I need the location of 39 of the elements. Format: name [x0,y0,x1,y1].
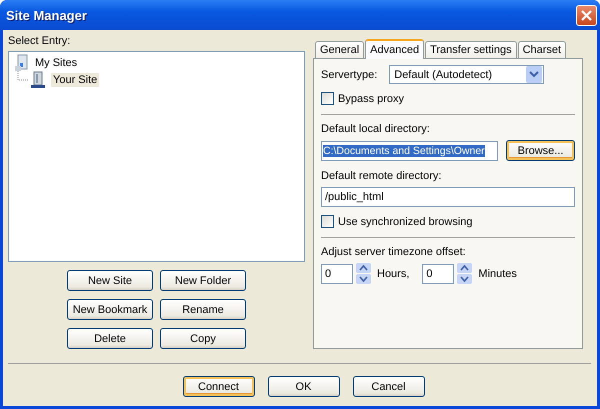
remote-directory-label: Default remote directory: [321,170,442,182]
hours-field[interactable]: 0 [321,264,353,284]
close-icon [580,8,593,22]
tree-action-button[interactable]: New Bookmark [67,299,153,320]
server-icon [16,70,48,88]
browse-button[interactable]: Browse... [506,140,575,161]
close-button[interactable] [576,4,597,26]
tree-action-button[interactable]: Delete [67,328,153,349]
servertype-dropdown[interactable]: Default (Autodetect) [389,65,544,84]
tree-item[interactable]: My Sites [33,56,80,70]
minutes-field[interactable]: 0 [422,264,454,284]
tab[interactable]: Advanced [365,39,424,59]
bypass-proxy-label: Bypass proxy [338,92,404,104]
dialog-button[interactable]: OK [268,376,340,397]
checkbox[interactable] [321,92,334,105]
tab[interactable]: Transfer settings [425,41,517,58]
tree-action-button[interactable]: Copy [160,328,246,349]
minutes-label: Minutes [478,268,517,280]
spinner-arrows-icon[interactable] [356,263,371,284]
timezone-offset-label: Adjust server timezone offset: [321,246,467,258]
dialog-button[interactable]: Cancel [352,376,424,397]
tab[interactable]: Charset [518,41,566,58]
tree-action-button[interactable]: New Folder [160,270,246,291]
local-directory-label: Default local directory: [321,123,431,135]
tree-action-button[interactable]: New Site [67,270,153,291]
local-directory-field[interactable]: C:\Documents and Settings\Owner [321,140,498,160]
tree-item[interactable]: Your Site [51,72,100,86]
window-title: Site Manager [5,8,87,22]
select-entry-label: Select Entry: [8,35,72,47]
synchronized-browsing-label: Use synchronized browsing [338,216,473,228]
computer-icon [14,54,30,72]
tab[interactable]: General [315,41,364,58]
servertype-label: Servertype: [321,68,378,80]
remote-directory-field[interactable]: /public_html [321,187,575,207]
tree-action-button[interactable]: Rename [160,299,246,320]
dialog-button[interactable]: Connect [182,376,254,397]
spinner-arrows-icon[interactable] [457,263,472,284]
checkbox[interactable] [321,215,334,228]
hours-label: Hours, [377,268,410,280]
